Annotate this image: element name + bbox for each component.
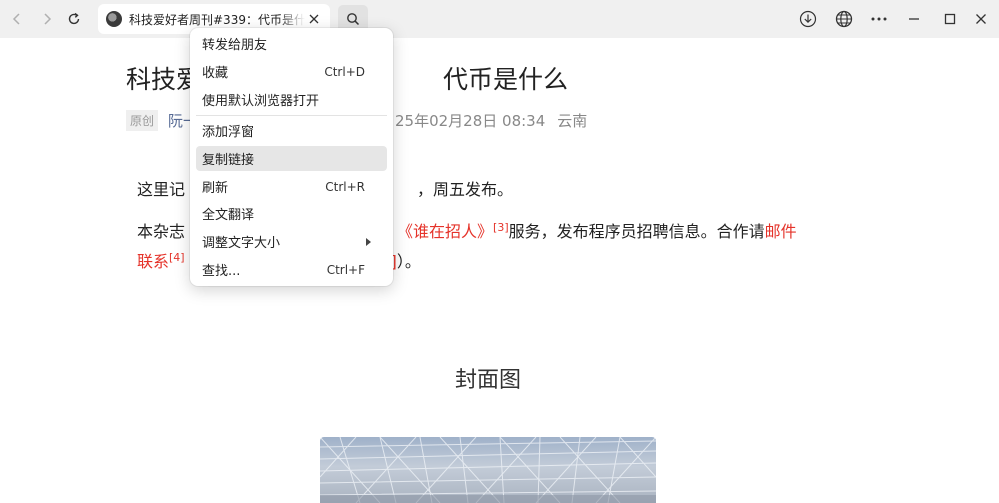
tab-favicon [106,11,122,27]
footnote-ref-4[interactable]: [4] [169,251,185,264]
maximize-button[interactable] [938,7,962,31]
contact-link[interactable]: 联系 [137,252,169,271]
search-icon [347,13,360,26]
original-badge: 原创 [126,109,159,131]
menu-item-shortcut: Ctrl+R [325,179,365,194]
minimize-button[interactable] [902,7,926,31]
more-button[interactable] [867,7,891,31]
email-link[interactable]: 邮件 [765,222,797,241]
article-title-right: 代币是什么 [443,65,569,94]
close-icon [309,14,319,24]
download-button[interactable] [796,7,820,31]
menu-item-shortcut: Ctrl+D [324,64,365,79]
globe-icon [835,10,853,28]
paragraph-2-left: 本杂志 [137,222,186,241]
menu-item-find[interactable]: 查找... Ctrl+F [196,257,387,282]
publish-location: 云南 [557,111,588,130]
paragraph-1-right: ，周五发布。 [417,180,514,199]
menu-item-label: 全文翻译 [202,208,255,223]
submenu-arrow-icon [366,237,371,246]
menu-item-copy-link[interactable]: 复制链接 [196,146,387,171]
back-icon [12,13,20,25]
maximize-icon [944,13,956,25]
menu-item-add-float[interactable]: 添加浮窗 [196,118,387,143]
menu-item-label: 添加浮窗 [202,125,255,140]
paragraph-3-right: ）。 [396,252,421,271]
section-title-cover: 封面图 [454,368,521,393]
refresh-button[interactable] [63,8,85,30]
menu-item-label: 使用默认浏览器打开 [202,94,320,109]
cover-image [320,437,656,503]
download-icon [799,10,817,28]
forward-button[interactable] [36,8,58,30]
menu-item-translate[interactable]: 全文翻译 [196,201,387,226]
menu-item-forward[interactable]: 转发给朋友 [196,31,387,56]
back-button[interactable] [6,8,28,30]
language-button[interactable] [832,7,856,31]
cover-image-graphic [320,437,656,503]
footnote-ref-3[interactable]: [3] [493,221,509,234]
menu-item-label: 刷新 [202,181,229,196]
browser-toolbar: 科技爱好者周刊#339：代币是什么 [0,0,999,38]
menu-separator [196,115,387,116]
menu-item-label: 调整文字大小 [202,236,281,251]
refresh-icon [68,12,80,25]
tab-title: 科技爱好者周刊#339：代币是什么 [129,12,305,27]
job-board-link[interactable]: 《谁在招人》 [397,222,493,241]
window-close-icon [976,14,986,24]
publish-info: 25年02月28日 08:34 云南 [395,109,587,131]
forward-icon [44,13,52,25]
paragraph-1-left: 这里记 [137,180,186,199]
publish-date: 25年02月28日 08:34 [395,111,546,130]
menu-item-shortcut: Ctrl+F [326,262,365,277]
more-icon [871,17,887,21]
menu-item-label: 收藏 [202,66,229,81]
paragraph-2-right: 服务，发布程序员招聘信息。合作请 [508,222,765,241]
tab-close-button[interactable] [306,11,322,27]
minimize-icon [909,18,919,20]
menu-item-label: 查找... [202,264,241,279]
article-meta: 原创 阮一 [126,109,198,131]
menu-item-favorite[interactable]: 收藏 Ctrl+D [196,59,387,84]
context-menu: 转发给朋友 收藏 Ctrl+D 使用默认浏览器打开 添加浮窗 复制链接 刷新 C… [190,28,393,286]
window-close-button[interactable] [969,7,993,31]
menu-item-refresh[interactable]: 刷新 Ctrl+R [196,174,387,199]
menu-item-label: 复制链接 [202,153,255,168]
menu-item-open-default-browser[interactable]: 使用默认浏览器打开 [196,87,387,112]
menu-item-label: 转发给朋友 [202,38,268,53]
menu-item-font-size[interactable]: 调整文字大小 [196,229,387,254]
